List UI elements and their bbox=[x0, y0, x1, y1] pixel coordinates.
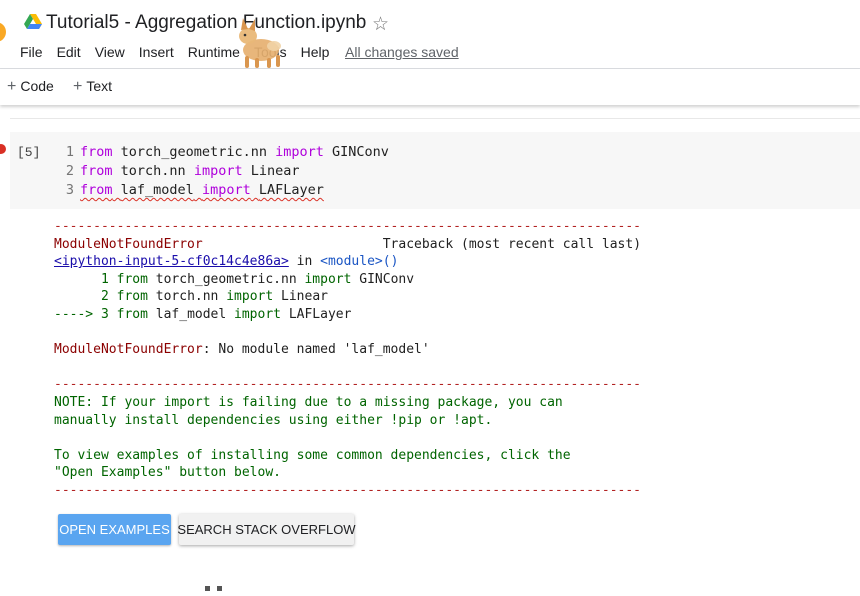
menu-file[interactable]: File bbox=[20, 44, 43, 60]
code-line: 2 from torch.nn import Linear bbox=[58, 162, 389, 181]
import-name: LAFLayer bbox=[258, 182, 324, 198]
previous-cell-edge bbox=[10, 118, 860, 119]
code-line: 3 from laf_model import LAFLayer bbox=[58, 181, 389, 200]
import-name: LAFLayer bbox=[281, 306, 352, 322]
ipython-input-link[interactable]: <ipython-input-5-cf0c14c4e86a> bbox=[54, 254, 289, 269]
keyword: from bbox=[80, 182, 113, 198]
line-number: 2 bbox=[65, 163, 74, 179]
note-line: NOTE: If your import is failing due to a… bbox=[54, 394, 563, 410]
keyword: from bbox=[116, 306, 148, 322]
keyword: import bbox=[226, 289, 274, 305]
cell-output: ----------------------------------------… bbox=[54, 218, 641, 500]
error-header: ModuleNotFoundError Traceback (most rece… bbox=[54, 236, 641, 254]
code-line: 1 from torch_geometric.nn import GINConv bbox=[58, 143, 389, 162]
notebook-title[interactable]: Tutorial5 - Aggregation Function.ipynb bbox=[46, 12, 366, 34]
separator-line: ----------------------------------------… bbox=[54, 482, 641, 498]
keyword: import bbox=[275, 144, 324, 160]
traceback-location: <ipython-input-5-cf0c14c4e86a> in <modul… bbox=[54, 253, 641, 271]
keyword: import bbox=[234, 306, 281, 322]
module-name: torch.nn bbox=[147, 289, 227, 305]
separator-line: ----------------------------------------… bbox=[54, 377, 641, 393]
menu-edit[interactable]: Edit bbox=[57, 44, 81, 60]
traceback-line: 1 from torch_geometric.nn import GINConv bbox=[54, 271, 641, 289]
menu-bar: File Edit View Insert Runtime Tools Help bbox=[20, 44, 343, 60]
menu-view[interactable]: View bbox=[95, 44, 125, 60]
traceback-line: 2 from torch.nn import Linear bbox=[54, 288, 641, 306]
colab-logo-icon[interactable] bbox=[0, 22, 6, 42]
traceback-prefix: ----> 3 bbox=[54, 306, 117, 322]
module-name: laf_model bbox=[120, 182, 194, 198]
corgi-mascot-icon bbox=[239, 18, 281, 68]
error-type: ModuleNotFoundError bbox=[54, 236, 203, 252]
traceback-prefix: 2 bbox=[54, 289, 117, 305]
error-message: : No module named 'laf_model' bbox=[202, 342, 430, 358]
star-icon[interactable]: ☆ bbox=[372, 13, 389, 36]
run-cell-error-icon[interactable] bbox=[0, 144, 6, 154]
traceback-line: ----> 3 from laf_model import LAFLayer bbox=[54, 306, 641, 324]
keyword: import bbox=[304, 271, 352, 287]
note-line: To view examples of installing some comm… bbox=[54, 447, 571, 463]
note-line: manually install dependencies using eith… bbox=[54, 412, 493, 428]
save-status[interactable]: All changes saved bbox=[345, 44, 459, 60]
traceback-label: Traceback (most recent call last) bbox=[382, 236, 642, 252]
module-name: torch_geometric.nn bbox=[120, 144, 267, 160]
code-editor[interactable]: 1 from torch_geometric.nn import GINConv 2… bbox=[58, 143, 389, 200]
open-examples-button[interactable]: OPEN EXAMPLES bbox=[58, 514, 171, 545]
module-name: torch.nn bbox=[120, 163, 186, 179]
in-word: in bbox=[288, 254, 321, 270]
execution-count: [5] bbox=[17, 145, 41, 160]
add-text-button[interactable]: + Text bbox=[73, 78, 112, 96]
keyword: from bbox=[80, 163, 113, 179]
keyword: import bbox=[201, 182, 251, 198]
import-name: GINConv bbox=[351, 271, 415, 287]
module-word: <module>() bbox=[320, 254, 399, 270]
add-text-label: Text bbox=[86, 78, 113, 94]
line-number: 3 bbox=[65, 182, 74, 198]
add-code-button[interactable]: + Code bbox=[7, 78, 54, 96]
keyword: from bbox=[80, 144, 113, 160]
separator-line: ----------------------------------------… bbox=[54, 219, 641, 234]
keyword: import bbox=[193, 163, 243, 179]
error-message-line: ModuleNotFoundError: No module named 'la… bbox=[54, 341, 641, 359]
import-name: Linear bbox=[250, 163, 300, 179]
plus-icon: + bbox=[7, 78, 17, 95]
plus-icon: + bbox=[73, 78, 83, 95]
menu-help[interactable]: Help bbox=[301, 44, 330, 60]
traceback-prefix: 1 bbox=[54, 271, 117, 287]
keyword: from bbox=[116, 289, 148, 305]
keyword: from bbox=[116, 271, 148, 287]
google-drive-icon bbox=[24, 14, 42, 29]
import-name: Linear bbox=[273, 289, 328, 305]
error-type: ModuleNotFoundError bbox=[54, 342, 203, 358]
notebook-toolbar bbox=[0, 69, 860, 105]
module-name: torch_geometric.nn bbox=[147, 271, 305, 287]
note-line: "Open Examples" button below. bbox=[54, 465, 281, 481]
line-number: 1 bbox=[65, 144, 74, 160]
module-name: laf_model bbox=[147, 306, 235, 322]
next-cell-fragment bbox=[205, 578, 235, 591]
add-code-label: Code bbox=[20, 78, 54, 94]
import-name: GINConv bbox=[332, 144, 389, 160]
search-stack-overflow-button[interactable]: SEARCH STACK OVERFLOW bbox=[177, 514, 356, 545]
menu-insert[interactable]: Insert bbox=[139, 44, 174, 60]
